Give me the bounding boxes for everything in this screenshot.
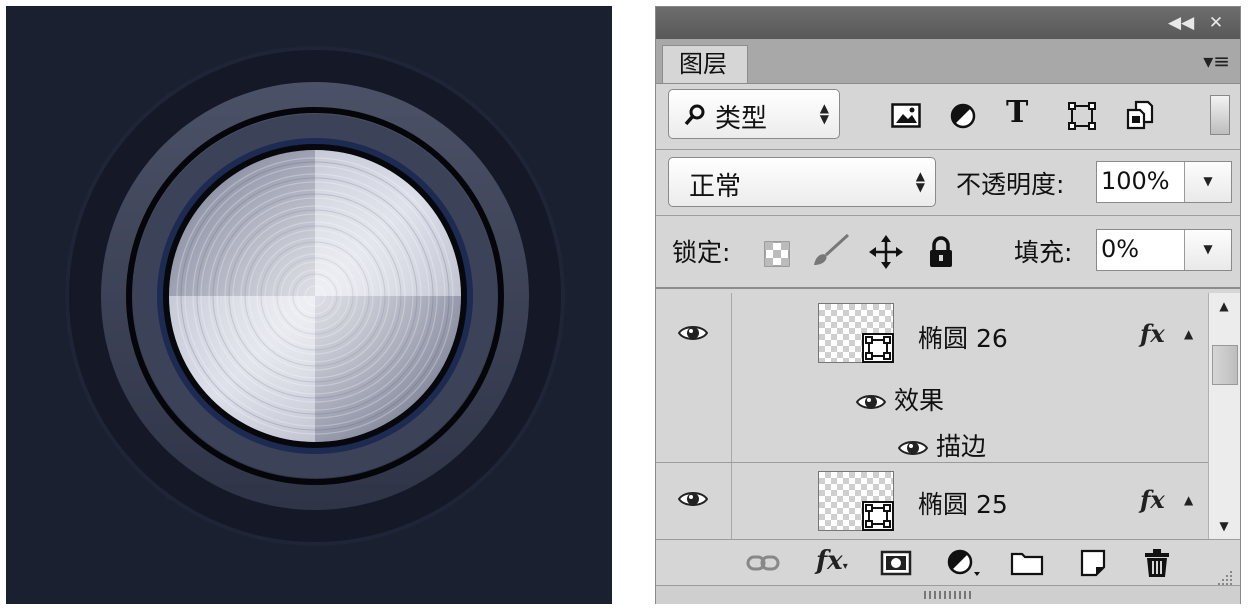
grip-handle-icon[interactable] [924,591,974,599]
filter-toggle-switch[interactable] [1210,95,1230,135]
panel-titlebar: ◀◀ ✕ [656,7,1240,39]
lock-label: 锁定: [672,238,731,267]
visibility-eye-icon[interactable] [678,323,708,343]
layer-row-ellipse-25[interactable]: 椭圆 25 fx ▲ [656,463,1208,539]
metal-knob-illustration [65,46,565,546]
filter-type-select[interactable]: 类型 ▲ ▼ [668,89,840,139]
adjustment-filter-icon[interactable] [949,102,977,130]
blend-mode-value: 正常 [689,172,742,202]
fx-icon[interactable]: fx▾ [816,546,848,576]
link-layers-icon[interactable] [746,548,780,578]
smart-object-filter-icon[interactable] [1126,100,1154,130]
expand-effects-icon[interactable]: ▲ [1184,327,1193,341]
visibility-column [656,463,732,539]
image-filter-icon[interactable] [891,103,921,129]
scroll-down-icon[interactable]: ▼ [1209,519,1239,533]
effects-row[interactable]: 效果 [855,381,944,417]
filter-type-value: 类型 [715,104,768,134]
canvas-artwork [6,6,612,604]
opacity-field[interactable]: 100% ▼ [1096,161,1232,203]
trash-icon[interactable] [1142,548,1172,578]
blend-mode-select[interactable]: 正常 ▲ ▼ [668,157,936,207]
effects-visibility-eye-icon[interactable] [855,392,887,412]
stroke-visibility-eye-icon[interactable] [897,438,929,458]
effects-label: 效果 [893,386,944,415]
fill-dropdown-icon[interactable]: ▼ [1184,230,1231,270]
layer-list: 椭圆 26 fx ▲ 效果 描边 椭圆 25 fx ▲ [656,293,1208,539]
layer-list-scrollbar[interactable]: ▲ ▼ [1208,293,1240,539]
opacity-label: 不透明度: [956,170,1065,199]
scroll-up-icon[interactable]: ▲ [1209,299,1239,313]
new-layer-icon[interactable] [1078,548,1108,578]
opacity-value: 100% [1101,167,1170,195]
lock-paint-icon[interactable] [812,233,850,267]
stroke-effect-row[interactable]: 描边 [897,427,986,463]
search-icon [684,104,705,126]
select-arrows-icon: ▲ ▼ [915,169,925,194]
layer-name[interactable]: 椭圆 26 [918,319,1008,355]
layer-row-ellipse-26[interactable]: 椭圆 26 fx ▲ 效果 描边 [656,293,1208,463]
fill-label: 填充: [1014,238,1073,267]
tab-layers-label: 图层 [679,50,727,78]
folder-icon[interactable] [1010,548,1044,578]
layers-bottom-toolbar: fx▾ [656,539,1240,586]
collapse-icon[interactable]: ◀◀ [1168,11,1194,35]
visibility-eye-icon[interactable] [678,489,708,509]
shape-layer-badge-icon [862,501,894,531]
fx-badge[interactable]: fx [1140,485,1165,514]
visibility-column [656,293,732,462]
stroke-effect-label: 描边 [935,432,986,461]
scrollbar-thumb[interactable] [1212,345,1238,385]
close-icon[interactable]: ✕ [1204,11,1228,35]
lock-move-icon[interactable] [869,235,903,269]
select-arrows-icon: ▲ ▼ [819,101,829,126]
type-filter-icon[interactable]: T [1006,95,1028,130]
panel-menu-icon[interactable]: ▾≡ [1203,49,1230,73]
lock-transparent-icon[interactable] [764,241,790,267]
layer-thumbnail[interactable] [818,471,894,531]
fill-field[interactable]: 0% ▼ [1096,229,1232,271]
adjustment-icon[interactable] [946,548,982,578]
opacity-dropdown-icon[interactable]: ▼ [1184,162,1231,202]
expand-effects-icon[interactable]: ▲ [1184,493,1193,507]
shape-layer-badge-icon [862,333,894,363]
shape-filter-icon[interactable] [1068,102,1096,130]
layer-name[interactable]: 椭圆 25 [918,485,1008,521]
tab-layers[interactable]: 图层 [662,45,748,83]
panel-tab-row: 图层 ▾≡ [656,39,1240,84]
layer-thumbnail[interactable] [818,303,894,363]
panel-bottom-grip[interactable] [656,585,1240,604]
fill-value: 0% [1101,235,1140,263]
lock-all-icon[interactable] [928,236,954,268]
fx-badge[interactable]: fx [1140,319,1165,348]
layers-panel: ◀◀ ✕ 图层 ▾≡ 类型 ▲ ▼ T 正常 ▲ ▼ 不透明度: 100% ▼ … [655,6,1241,604]
mask-icon[interactable] [880,548,912,578]
